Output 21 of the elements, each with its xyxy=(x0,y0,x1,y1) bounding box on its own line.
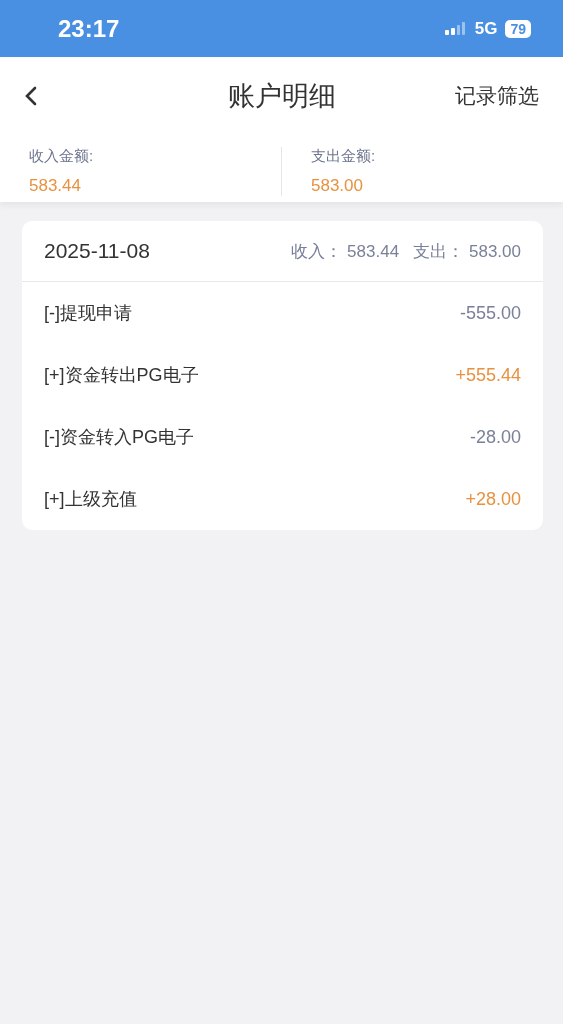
filter-button[interactable]: 记录筛选 xyxy=(455,82,539,110)
battery-indicator: 79 xyxy=(505,19,531,38)
transaction-amount: +28.00 xyxy=(465,488,521,510)
network-label: 5G xyxy=(474,18,498,39)
summary-label: 支出金额: xyxy=(311,147,377,166)
signal-icon xyxy=(444,20,467,37)
transaction-amount: -28.00 xyxy=(469,426,521,448)
summary-amount: 583.44 xyxy=(29,176,82,196)
status-time: 23:17 xyxy=(58,14,120,43)
transaction-amount: -555.00 xyxy=(459,302,521,324)
transaction-amount: +555.44 xyxy=(455,364,521,386)
transaction-title: [+]上级充值 xyxy=(44,488,137,511)
transaction-title: [+]资金转出PG电子 xyxy=(44,364,199,387)
back-button[interactable] xyxy=(24,85,38,107)
page-title: 账户明细 xyxy=(227,80,336,113)
date-label: 2025-11-08 xyxy=(44,239,150,263)
transaction-title: [-]资金转入PG电子 xyxy=(44,426,194,449)
summary-label: 收入金额: xyxy=(29,147,95,166)
day-totals: 收入： 583.44 支出： 583.00 xyxy=(291,240,521,263)
transaction-title: [-]提现申请 xyxy=(44,302,132,325)
summary-amount: 583.00 xyxy=(311,176,364,196)
